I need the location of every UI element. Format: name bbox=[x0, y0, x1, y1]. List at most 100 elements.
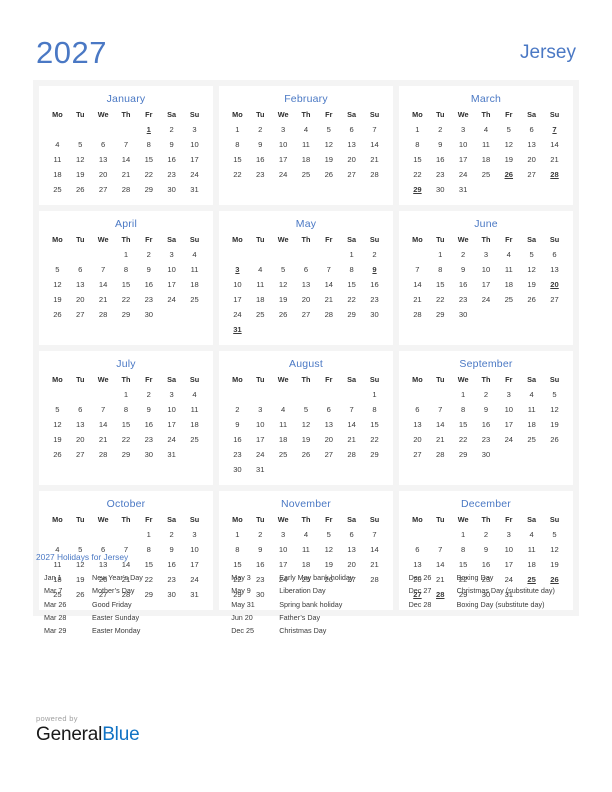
day-cell[interactable]: 25 bbox=[272, 447, 295, 462]
day-cell-holiday[interactable]: 31 bbox=[226, 322, 249, 337]
day-cell[interactable]: 12 bbox=[317, 137, 340, 152]
day-cell[interactable]: 15 bbox=[137, 152, 160, 167]
day-cell[interactable]: 15 bbox=[406, 152, 429, 167]
day-cell[interactable]: 21 bbox=[406, 292, 429, 307]
day-cell[interactable]: 23 bbox=[137, 432, 160, 447]
day-cell[interactable]: 10 bbox=[160, 262, 183, 277]
day-cell[interactable]: 19 bbox=[46, 432, 69, 447]
day-cell[interactable]: 4 bbox=[520, 387, 543, 402]
day-cell[interactable]: 12 bbox=[543, 402, 566, 417]
day-cell[interactable]: 21 bbox=[543, 152, 566, 167]
day-cell[interactable]: 5 bbox=[543, 387, 566, 402]
day-cell[interactable]: 5 bbox=[295, 402, 318, 417]
day-cell[interactable]: 2 bbox=[137, 247, 160, 262]
day-cell[interactable]: 26 bbox=[520, 292, 543, 307]
day-cell[interactable]: 11 bbox=[249, 277, 272, 292]
day-cell[interactable]: 16 bbox=[429, 152, 452, 167]
day-cell[interactable]: 22 bbox=[137, 167, 160, 182]
day-cell[interactable]: 28 bbox=[115, 182, 138, 197]
day-cell[interactable]: 13 bbox=[317, 417, 340, 432]
day-cell[interactable]: 2 bbox=[160, 122, 183, 137]
day-cell[interactable]: 6 bbox=[317, 402, 340, 417]
day-cell[interactable]: 18 bbox=[520, 417, 543, 432]
day-cell[interactable]: 7 bbox=[115, 137, 138, 152]
day-cell[interactable]: 11 bbox=[46, 152, 69, 167]
day-cell[interactable]: 31 bbox=[452, 182, 475, 197]
day-cell[interactable]: 1 bbox=[115, 247, 138, 262]
generalblue-logo[interactable]: GeneralBlue bbox=[36, 725, 140, 744]
day-cell[interactable]: 11 bbox=[183, 262, 206, 277]
day-cell[interactable]: 5 bbox=[317, 527, 340, 542]
day-cell[interactable]: 5 bbox=[46, 262, 69, 277]
day-cell[interactable]: 21 bbox=[92, 432, 115, 447]
day-cell[interactable]: 28 bbox=[340, 447, 363, 462]
day-cell[interactable]: 28 bbox=[429, 447, 452, 462]
day-cell[interactable]: 25 bbox=[183, 292, 206, 307]
day-cell[interactable]: 24 bbox=[160, 432, 183, 447]
day-cell[interactable]: 4 bbox=[183, 247, 206, 262]
day-cell[interactable]: 25 bbox=[497, 292, 520, 307]
day-cell[interactable]: 15 bbox=[452, 417, 475, 432]
day-cell[interactable]: 25 bbox=[475, 167, 498, 182]
day-cell[interactable]: 1 bbox=[363, 387, 386, 402]
day-cell[interactable]: 17 bbox=[183, 152, 206, 167]
day-cell[interactable]: 17 bbox=[160, 277, 183, 292]
day-cell[interactable]: 16 bbox=[452, 277, 475, 292]
day-cell[interactable]: 1 bbox=[226, 122, 249, 137]
day-cell[interactable]: 4 bbox=[46, 137, 69, 152]
day-cell[interactable]: 2 bbox=[475, 387, 498, 402]
day-cell[interactable]: 2 bbox=[452, 247, 475, 262]
day-cell[interactable]: 18 bbox=[183, 417, 206, 432]
day-cell[interactable]: 4 bbox=[475, 122, 498, 137]
day-cell[interactable]: 17 bbox=[272, 152, 295, 167]
day-cell[interactable]: 29 bbox=[452, 447, 475, 462]
day-cell[interactable]: 14 bbox=[115, 152, 138, 167]
day-cell[interactable]: 12 bbox=[497, 137, 520, 152]
day-cell[interactable]: 3 bbox=[160, 387, 183, 402]
day-cell[interactable]: 11 bbox=[183, 402, 206, 417]
day-cell[interactable]: 19 bbox=[295, 432, 318, 447]
day-cell[interactable]: 7 bbox=[406, 262, 429, 277]
day-cell[interactable]: 22 bbox=[340, 292, 363, 307]
day-cell[interactable]: 29 bbox=[429, 307, 452, 322]
day-cell[interactable]: 3 bbox=[475, 247, 498, 262]
day-cell[interactable]: 7 bbox=[92, 262, 115, 277]
day-cell[interactable]: 21 bbox=[429, 432, 452, 447]
day-cell[interactable]: 14 bbox=[429, 417, 452, 432]
day-cell[interactable]: 13 bbox=[69, 417, 92, 432]
day-cell[interactable]: 7 bbox=[429, 402, 452, 417]
day-cell[interactable]: 21 bbox=[92, 292, 115, 307]
day-cell[interactable]: 7 bbox=[92, 402, 115, 417]
day-cell[interactable]: 20 bbox=[69, 292, 92, 307]
day-cell[interactable]: 26 bbox=[46, 447, 69, 462]
day-cell[interactable]: 16 bbox=[249, 152, 272, 167]
day-cell[interactable]: 29 bbox=[137, 182, 160, 197]
day-cell[interactable]: 5 bbox=[69, 137, 92, 152]
day-cell[interactable]: 13 bbox=[406, 417, 429, 432]
day-cell[interactable]: 27 bbox=[317, 447, 340, 462]
day-cell[interactable]: 3 bbox=[497, 527, 520, 542]
day-cell[interactable]: 30 bbox=[137, 307, 160, 322]
day-cell[interactable]: 27 bbox=[295, 307, 318, 322]
day-cell[interactable]: 25 bbox=[295, 167, 318, 182]
day-cell[interactable]: 24 bbox=[497, 432, 520, 447]
day-cell[interactable]: 11 bbox=[295, 137, 318, 152]
day-cell[interactable]: 3 bbox=[160, 247, 183, 262]
day-cell[interactable]: 17 bbox=[226, 292, 249, 307]
day-cell[interactable]: 4 bbox=[520, 527, 543, 542]
day-cell[interactable]: 2 bbox=[226, 402, 249, 417]
day-cell[interactable]: 2 bbox=[249, 527, 272, 542]
day-cell[interactable]: 21 bbox=[340, 432, 363, 447]
day-cell[interactable]: 8 bbox=[226, 137, 249, 152]
day-cell[interactable]: 7 bbox=[340, 402, 363, 417]
day-cell[interactable]: 18 bbox=[272, 432, 295, 447]
day-cell[interactable]: 10 bbox=[226, 277, 249, 292]
day-cell[interactable]: 26 bbox=[46, 307, 69, 322]
day-cell[interactable]: 26 bbox=[272, 307, 295, 322]
day-cell[interactable]: 4 bbox=[295, 527, 318, 542]
day-cell[interactable]: 8 bbox=[340, 262, 363, 277]
day-cell[interactable]: 30 bbox=[452, 307, 475, 322]
day-cell[interactable]: 16 bbox=[475, 417, 498, 432]
day-cell[interactable]: 18 bbox=[249, 292, 272, 307]
day-cell[interactable]: 27 bbox=[69, 447, 92, 462]
